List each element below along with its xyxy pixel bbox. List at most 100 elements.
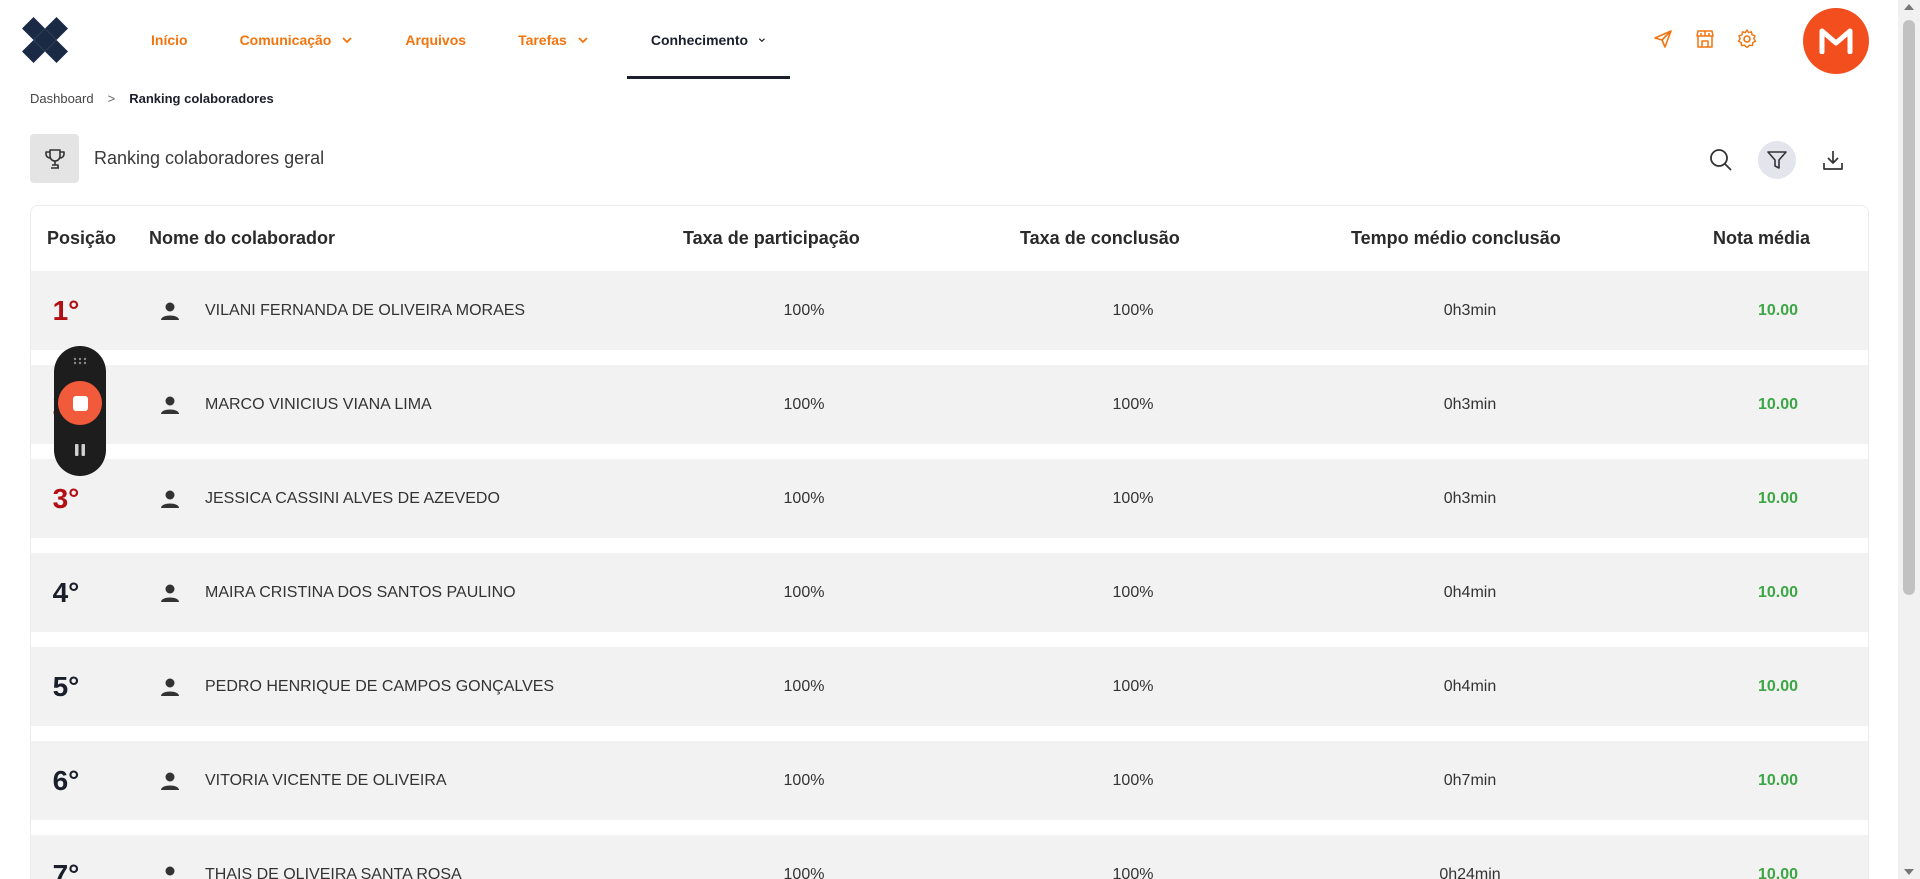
collaborator-name: MARCO VINICIUS VIANA LIMA [205, 395, 432, 413]
completion-rate: 100% [1112, 301, 1154, 319]
completion-rate: 100% [1112, 771, 1154, 789]
avg-completion-time: 0h4min [1443, 677, 1497, 695]
filter-icon [1767, 151, 1787, 169]
person-icon [161, 302, 179, 320]
table-row[interactable]: 5° PEDRO HENRIQUE DE CAMPOS GONÇALVES 100%… [31, 647, 1868, 726]
nav-item-label: Tarefas [518, 32, 567, 48]
company-logo-icon[interactable] [22, 17, 68, 63]
header-avg-score: Nota média [1713, 228, 1811, 248]
breadcrumb-dashboard-link[interactable]: Dashboard [30, 91, 94, 106]
rank-position: 3° [52, 482, 80, 514]
nav-item-inicio[interactable]: Início [125, 0, 214, 80]
chevron-down-icon [758, 38, 765, 43]
download-icon [1823, 151, 1843, 170]
trophy-icon [44, 148, 65, 169]
drag-grip-icon[interactable] [72, 356, 88, 366]
person-icon [161, 396, 179, 414]
chevron-down-icon [578, 37, 588, 44]
avg-score: 10.00 [1757, 865, 1799, 879]
screen-recorder-widget[interactable] [54, 346, 106, 476]
table-row[interactable]: 7° THAIS DE OLIVEIRA SANTA ROSA 100% 100% 0h… [31, 835, 1868, 879]
nav-item-tarefas[interactable]: Tarefas [492, 0, 615, 80]
user-avatar[interactable] [1803, 8, 1869, 74]
avg-score: 10.00 [1757, 677, 1799, 695]
breadcrumb: Dashboard > Ranking colaboradores [30, 91, 274, 106]
avg-score: 10.00 [1757, 771, 1799, 789]
pause-icon[interactable] [72, 442, 88, 458]
participation-rate: 100% [783, 677, 825, 695]
person-icon [161, 490, 179, 508]
table-row[interactable]: 4° MAIRA CRISTINA DOS SANTOS PAULINO 100% 1… [31, 553, 1868, 632]
download-button[interactable] [1814, 141, 1852, 179]
breadcrumb-separator: > [107, 91, 116, 106]
gear-icon[interactable] [1736, 28, 1758, 50]
scrollbar-thumb[interactable] [1903, 20, 1915, 595]
avg-completion-time: 0h3min [1443, 301, 1497, 319]
collaborator-name: MAIRA CRISTINA DOS SANTOS PAULINO [205, 583, 516, 601]
page-actions [1702, 141, 1852, 179]
header-position: Posição [47, 228, 117, 248]
completion-rate: 100% [1112, 489, 1154, 507]
header-name: Nome do colaborador [149, 228, 336, 248]
avg-score: 10.00 [1757, 301, 1799, 319]
avg-completion-time: 0h4min [1443, 583, 1497, 601]
participation-rate: 100% [783, 583, 825, 601]
store-icon[interactable] [1694, 28, 1716, 50]
rank-position: 5° [52, 670, 80, 702]
completion-rate: 100% [1112, 395, 1154, 413]
participation-rate: 100% [783, 489, 825, 507]
collaborator-name: THAIS DE OLIVEIRA SANTA ROSA [205, 865, 462, 879]
main-nav: Início Comunicação Arquivos Tarefas Conh… [125, 0, 790, 80]
page-header: Ranking colaboradores geral [30, 134, 324, 183]
rank-position: 4° [52, 576, 80, 608]
completion-rate: 100% [1112, 583, 1154, 601]
rank-position: 7° [52, 858, 80, 879]
nav-item-label: Início [151, 32, 188, 48]
nav-item-comunicacao[interactable]: Comunicação [214, 0, 380, 80]
nav-item-label: Arquivos [405, 32, 467, 48]
avg-score: 10.00 [1757, 395, 1799, 413]
participation-rate: 100% [783, 771, 825, 789]
person-icon [161, 584, 179, 602]
header-completion: Taxa de conclusão [1020, 228, 1180, 248]
table-row[interactable]: 2°MARCO VINICIUS VIANA LIMA100%100%0h3mi… [31, 365, 1868, 444]
person-icon [165, 866, 175, 875]
avg-completion-time: 0h24min [1439, 865, 1501, 879]
collaborator-name: VILANI FERNANDA DE OLIVEIRA MORAES [205, 301, 526, 319]
collaborator-name: JESSICA CASSINI ALVES DE AZEVEDO [205, 489, 500, 507]
person-icon [161, 772, 179, 790]
nav-item-arquivos[interactable]: Arquivos [379, 0, 492, 80]
filter-button[interactable] [1758, 141, 1796, 179]
participation-rate: 100% [783, 301, 825, 319]
collaborator-name: VITORIA VICENTE DE OLIVEIRA [205, 771, 447, 789]
scroll-up-arrow-icon[interactable] [1904, 4, 1914, 10]
completion-rate: 100% [1112, 677, 1154, 695]
completion-rate: 100% [1112, 865, 1154, 879]
header-participation: Taxa de participação [683, 228, 860, 248]
collaborator-name: PEDRO HENRIQUE DE CAMPOS GONÇALVES [205, 677, 555, 695]
nav-item-label: Conhecimento [650, 32, 749, 48]
table-row[interactable]: 3° JESSICA CASSINI ALVES DE AZEVEDO 100% 10… [31, 459, 1868, 538]
trophy-badge [30, 134, 79, 183]
send-icon[interactable] [1652, 28, 1674, 50]
table-row[interactable]: 1° VILANI FERNANDA DE OLIVEIRA MORAES 100%… [31, 271, 1868, 350]
avg-score: 10.00 [1757, 583, 1799, 601]
nav-item-conhecimento[interactable]: Conhecimento [626, 0, 790, 80]
scroll-down-arrow-icon[interactable] [1904, 869, 1914, 875]
table-row[interactable]: 6° VITORIA VICENTE DE OLIVEIRA 100% 100% 0h7… [31, 741, 1868, 820]
avg-score: 10.00 [1757, 489, 1799, 507]
table-header: Posição Nome do colaborador Taxa de part… [31, 206, 1868, 270]
avg-completion-time: 0h3min [1443, 489, 1497, 507]
m-logo-icon [1819, 28, 1853, 54]
breadcrumb-current: Ranking colaboradores [129, 91, 274, 106]
person-icon [161, 678, 179, 696]
ranking-table: Posição Nome do colaborador Taxa de part… [30, 205, 1869, 879]
nav-item-label: Comunicação [239, 32, 332, 48]
top-navbar: Início Comunicação Arquivos Tarefas Conh… [0, 0, 1898, 80]
search-button[interactable] [1702, 141, 1740, 179]
stop-recording-button[interactable] [58, 381, 102, 425]
page-scrollbar[interactable] [1898, 0, 1920, 879]
chevron-down-icon [342, 37, 353, 44]
top-actions [1652, 28, 1758, 50]
avg-completion-time: 0h3min [1443, 395, 1497, 413]
